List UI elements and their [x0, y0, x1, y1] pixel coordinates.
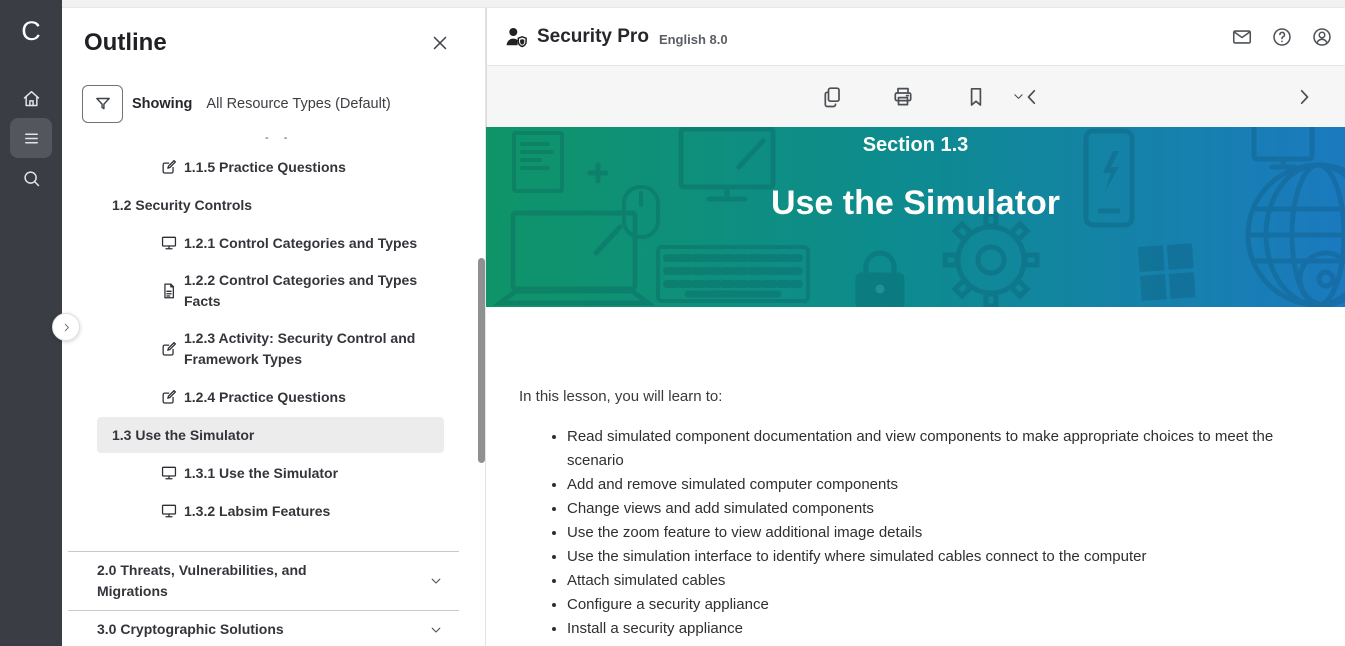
outline-item-label: 1.3.2 Labsim Features — [184, 501, 330, 522]
outline-item-label: 3.0 Cryptographic Solutions — [97, 619, 284, 640]
filter-row: Showing All Resource Types (Default) — [62, 59, 485, 123]
outline-item[interactable]: 1.2 Security Controls — [62, 186, 485, 224]
course-subtitle: English 8.0 — [659, 27, 728, 47]
monitor-icon — [160, 234, 178, 252]
objective-item: Attach simulated cables — [567, 569, 1315, 593]
outline-item[interactable]: 1.2.4 Practice Questions — [62, 378, 485, 416]
section-label: Section 1.3 — [486, 133, 1345, 157]
filter-button[interactable] — [82, 85, 123, 123]
monitor-icon — [160, 464, 178, 482]
help-icon — [1271, 26, 1293, 48]
outline-item[interactable]: 2.0 Threats, Vulnerabilities, and Migrat… — [62, 552, 485, 610]
edit-icon — [160, 158, 178, 176]
person-shield-icon — [504, 25, 528, 49]
outline-item-label: 1.1.5 Practice Questions — [184, 157, 346, 178]
outline-list: 1.1.5 Practice Questions 1.2 Security Con… — [62, 148, 485, 646]
chevron-down-icon — [1011, 89, 1026, 104]
header-icon-group — [1231, 26, 1335, 48]
edit-icon — [160, 340, 178, 358]
help-button[interactable] — [1271, 26, 1293, 48]
main-area: Security Pro English 8.0 — [486, 0, 1345, 646]
outline-item[interactable]: 1.2.2 Control Categories and Types Facts — [62, 262, 485, 320]
objective-item: Change views and add simulated component… — [567, 497, 1315, 521]
course-title: Security Pro — [537, 26, 649, 48]
outline-item[interactable]: 1.2.3 Activity: Security Control and Fra… — [62, 320, 485, 378]
outline-item-label: 1.3.1 Use the Simulator — [184, 463, 338, 484]
outline-title: Outline — [84, 26, 167, 59]
filter-value: All Resource Types (Default) — [206, 96, 390, 112]
filter-label: Showing — [132, 96, 192, 112]
outline-panel: Outline Showing All Resource Types (Defa… — [62, 0, 486, 646]
section-title: Use the Simulator — [486, 184, 1345, 222]
filter-icon — [93, 94, 113, 114]
objective-item: Add and remove simulated computer compon… — [567, 473, 1315, 497]
sidebar-nav — [0, 78, 62, 198]
document-icon — [160, 282, 178, 300]
lesson-intro: In this lesson, you will learn to: — [519, 385, 1317, 409]
lesson-toolbar — [486, 66, 1345, 127]
print-button[interactable] — [889, 83, 917, 111]
chevron-down-button[interactable] — [1004, 83, 1032, 111]
panel-expand-button[interactable] — [52, 313, 80, 341]
outline-item-partial[interactable]: - - — [265, 135, 485, 143]
outline-header: Outline — [62, 0, 485, 59]
account-button[interactable] — [1311, 26, 1333, 48]
objective-item: Use the simulation interface to identify… — [567, 545, 1315, 569]
outline-item-label: 1.3 Use the Simulator — [112, 425, 254, 446]
objective-item: Use the zoom feature to view additional … — [567, 521, 1315, 545]
mail-button[interactable] — [1231, 26, 1253, 48]
outline-item-label: 2.0 Threats, Vulnerabilities, and Migrat… — [97, 560, 367, 602]
section-banner: Section 1.3 Use the Simulator — [486, 127, 1345, 307]
monitor-icon — [160, 502, 178, 520]
chevron-right-icon — [60, 321, 73, 334]
app-logo[interactable]: C — [0, 0, 62, 62]
objective-item: Read simulated component documentation a… — [567, 425, 1315, 473]
chevron-right-icon — [1292, 85, 1316, 109]
outline-item[interactable]: 1.3.1 Use the Simulator — [62, 454, 485, 492]
close-icon — [429, 32, 451, 54]
chevron-down-icon[interactable] — [428, 622, 444, 638]
top-strip — [62, 0, 1345, 8]
objective-item: Configure a security appliance — [567, 593, 1315, 617]
outline-item[interactable]: 1.3.2 Labsim Features — [62, 492, 485, 530]
outline-item[interactable]: 1.2.1 Control Categories and Types — [62, 224, 485, 262]
menu-icon — [21, 128, 42, 149]
objective-item: Install a security appliance — [567, 617, 1315, 641]
sidebar-menu-button[interactable] — [10, 118, 52, 158]
copy-button[interactable] — [818, 83, 846, 111]
chevron-down-icon[interactable] — [428, 573, 444, 589]
account-icon — [1311, 26, 1333, 48]
search-icon — [21, 168, 42, 189]
next-page-button[interactable] — [1290, 83, 1318, 111]
sidebar-search-button[interactable] — [10, 158, 52, 198]
outline-item[interactable]: 1.3 Use the Simulator — [97, 417, 444, 453]
copy-icon — [820, 85, 844, 109]
outline-item-label: 1.2.4 Practice Questions — [184, 387, 346, 408]
mail-icon — [1231, 26, 1253, 48]
outline-scrollbar-thumb[interactable] — [478, 258, 485, 463]
outline-item-label: 1.2.3 Activity: Security Control and Fra… — [184, 328, 454, 370]
home-icon — [21, 88, 42, 109]
print-icon — [891, 85, 915, 109]
course-header: Security Pro English 8.0 — [486, 8, 1345, 66]
bookmark-button[interactable] — [962, 83, 990, 111]
lesson-content: In this lesson, you will learn to: Read … — [486, 307, 1345, 646]
close-outline-button[interactable] — [429, 32, 451, 54]
outline-item-label: 1.2.2 Control Categories and Types Facts — [184, 270, 454, 312]
outline-item-label: 1.2.1 Control Categories and Types — [184, 233, 417, 254]
edit-icon — [160, 388, 178, 406]
outline-item[interactable]: 3.0 Cryptographic Solutions — [62, 611, 485, 646]
outline-item-label: 1.2 Security Controls — [112, 195, 252, 216]
app: { "sidebar": { "logo_text": "C" }, "icon… — [0, 0, 1345, 646]
outline-item[interactable]: 1.1.5 Practice Questions — [62, 148, 485, 186]
bookmark-icon — [964, 85, 988, 109]
objectives-list: Read simulated component documentation a… — [519, 425, 1317, 641]
sidebar-home-button[interactable] — [10, 78, 52, 118]
